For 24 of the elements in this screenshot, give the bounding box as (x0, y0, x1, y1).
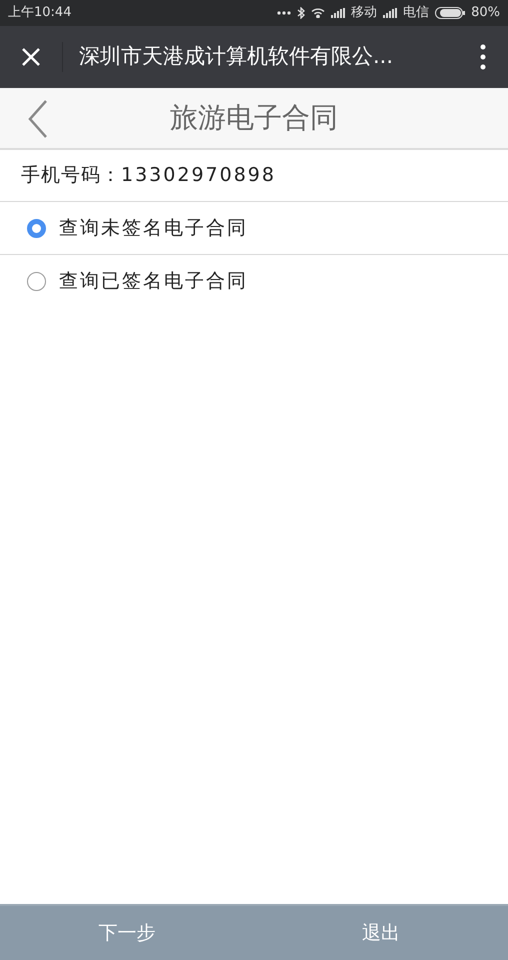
back-button[interactable] (26, 100, 50, 138)
carrier-label: 电信 (403, 4, 430, 22)
option-label: 查询已签名电子合同 (59, 269, 248, 294)
status-time: 上午10:44 (8, 4, 72, 22)
wifi-icon (311, 8, 326, 18)
close-icon (21, 47, 41, 67)
phone-number: 13302970898 (121, 163, 276, 188)
bluetooth-icon (297, 7, 306, 19)
option-label: 查询未签名电子合同 (59, 216, 248, 241)
radio-button[interactable] (27, 218, 46, 238)
more-vertical-icon (480, 44, 486, 70)
radio-option[interactable]: 查询已签名电子合同 (0, 255, 508, 308)
radio-option[interactable]: 查询未签名电子合同 (0, 202, 508, 255)
back-icon (28, 100, 48, 138)
battery-icon (435, 7, 466, 19)
radio-button[interactable] (27, 272, 46, 291)
phone-label: 手机号码： (21, 163, 121, 188)
battery-percent: 80% (471, 4, 500, 22)
page-title: 深圳市天港成计算机软件有限公... (79, 43, 394, 70)
carrier-label: 移动 (351, 4, 378, 22)
signal-icon (331, 8, 346, 18)
header-title: 旅游电子合同 (170, 100, 338, 136)
signal-icon (383, 8, 398, 18)
more-icon (277, 11, 292, 15)
